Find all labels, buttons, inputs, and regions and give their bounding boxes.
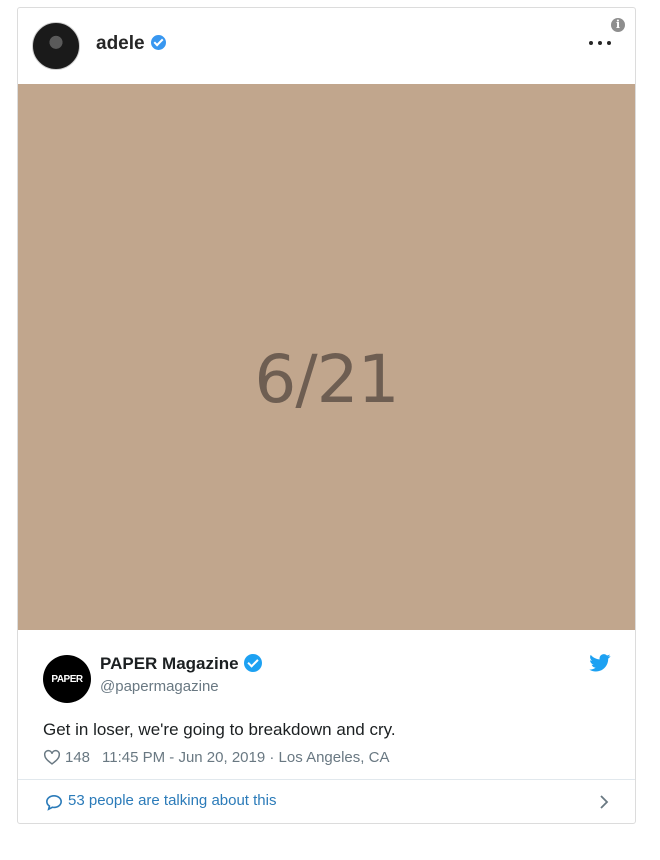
talking-about-text[interactable]: 53 people are talking about this (68, 792, 276, 809)
meta-separator: · (269, 749, 275, 766)
talking-about-link[interactable]: 53 people are talking about this (18, 780, 635, 824)
tweet-author-name[interactable]: PAPER Magazine (100, 654, 262, 674)
tweet-author-handle[interactable]: @papermagazine (100, 678, 219, 695)
heart-icon[interactable] (43, 749, 61, 765)
instagram-post-header: adele i (18, 8, 635, 84)
tweet-author-name-text[interactable]: PAPER Magazine (100, 654, 239, 673)
chevron-right-icon[interactable] (599, 794, 609, 810)
info-icon[interactable]: i (611, 18, 625, 32)
twitter-bird-icon[interactable] (589, 654, 611, 672)
verified-icon (150, 35, 166, 50)
tweet-text: Get in loser, we're going to breakdown a… (43, 720, 396, 739)
more-icon[interactable] (587, 38, 613, 48)
tweet-location[interactable]: Los Angeles, CA (279, 749, 390, 766)
embedded-tweet: PAPER PAPER Magazine @papermagazine Get … (18, 630, 635, 790)
verified-icon (243, 654, 262, 672)
post-image[interactable]: 6/21 (18, 84, 635, 630)
tweet-like-count[interactable]: 148 (65, 749, 90, 766)
embedded-post-card: adele i 6/21 PAPER PAPER Magazine @paper… (17, 7, 636, 824)
username-text[interactable]: adele (96, 33, 145, 54)
username[interactable]: adele (96, 33, 166, 55)
tweet-timestamp[interactable]: 11:45 PM - Jun 20, 2019 (102, 749, 265, 766)
avatar[interactable] (32, 22, 80, 70)
speech-bubble-icon (46, 794, 62, 811)
post-image-text: 6/21 (254, 340, 399, 418)
tweet-meta: 148 11:45 PM - Jun 20, 2019 · Los Angeles… (43, 749, 389, 766)
tweet-avatar[interactable]: PAPER (43, 655, 91, 703)
